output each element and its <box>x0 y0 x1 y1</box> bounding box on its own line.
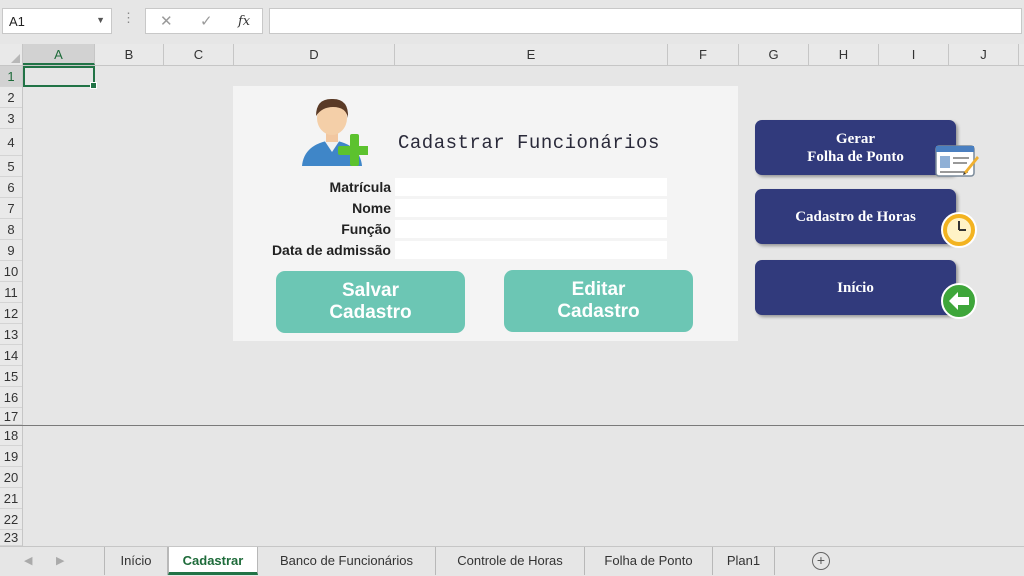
add-sheet-icon[interactable]: + <box>812 552 830 570</box>
row-header[interactable]: 18 <box>0 425 22 446</box>
generate-timesheet-button[interactable]: Gerar Folha de Ponto <box>755 120 956 175</box>
row-header[interactable]: 1 <box>0 66 22 87</box>
scroll-tabs-right-icon[interactable]: ▶ <box>56 554 64 567</box>
row-header[interactable]: 3 <box>0 108 22 129</box>
column-header-c[interactable]: C <box>164 44 234 65</box>
row-header[interactable]: 19 <box>0 446 22 467</box>
row-header[interactable]: 23 <box>0 530 22 546</box>
row-header[interactable]: 10 <box>0 261 22 282</box>
edit-button[interactable]: Editar Cadastro <box>504 270 693 332</box>
row-header[interactable]: 2 <box>0 87 22 108</box>
field-label-data-admissao: Data de admissão <box>271 242 391 258</box>
hours-register-button[interactable]: Cadastro de Horas <box>755 189 956 244</box>
enter-icon[interactable]: ✓ <box>200 12 213 30</box>
row-header[interactable]: 12 <box>0 303 22 324</box>
row-header[interactable]: 8 <box>0 219 22 240</box>
formula-buttons: ✕ ✓ fx <box>145 8 263 34</box>
cancel-icon[interactable]: ✕ <box>160 12 173 30</box>
formula-bar-area: A1 ▼ ⋮ ✕ ✓ fx <box>0 0 1024 44</box>
column-header-a[interactable]: A <box>23 44 95 65</box>
row-header[interactable]: 16 <box>0 387 22 408</box>
row-header[interactable]: 9 <box>0 240 22 261</box>
sheet-tab-bar: ◀ ▶ Início Cadastrar Banco de Funcionári… <box>0 546 1024 576</box>
row-header[interactable]: 11 <box>0 282 22 303</box>
sheet-tab[interactable]: Plan1 <box>713 547 775 575</box>
home-button[interactable]: Início <box>755 260 956 315</box>
id-card-icon <box>935 145 979 177</box>
funcao-field[interactable] <box>395 220 667 238</box>
add-user-icon <box>302 98 368 166</box>
freeze-pane-divider <box>0 425 1024 426</box>
column-header-j[interactable]: J <box>949 44 1019 65</box>
clock-icon <box>941 212 977 248</box>
column-header-e[interactable]: E <box>395 44 668 65</box>
save-button[interactable]: Salvar Cadastro <box>276 271 465 333</box>
sheet-tab[interactable]: Controle de Horas <box>436 547 585 575</box>
row-header[interactable]: 5 <box>0 156 22 177</box>
row-header[interactable]: 22 <box>0 509 22 530</box>
column-header-f[interactable]: F <box>668 44 739 65</box>
column-header-h[interactable]: H <box>809 44 879 65</box>
sheet-tab-active[interactable]: Cadastrar <box>168 547 258 575</box>
row-header[interactable]: 20 <box>0 467 22 488</box>
row-header[interactable]: 14 <box>0 345 22 366</box>
row-header[interactable]: 6 <box>0 177 22 198</box>
column-header-g[interactable]: G <box>739 44 809 65</box>
more-options-icon[interactable]: ⋮ <box>122 10 135 26</box>
field-label-nome: Nome <box>352 200 391 216</box>
column-headers: A B C D E F G H I J <box>0 44 1024 66</box>
column-header-b[interactable]: B <box>95 44 164 65</box>
row-header[interactable]: 15 <box>0 366 22 387</box>
sheet-tab[interactable]: Início <box>104 547 168 575</box>
name-box-value: A1 <box>9 14 25 29</box>
row-header[interactable]: 21 <box>0 488 22 509</box>
row-headers: 1 2 3 4 5 6 7 8 9 10 11 12 13 14 15 16 1… <box>0 66 23 546</box>
row-header[interactable]: 13 <box>0 324 22 345</box>
formula-input[interactable] <box>269 8 1022 34</box>
column-header-i[interactable]: I <box>879 44 949 65</box>
chevron-down-icon[interactable]: ▼ <box>96 15 105 25</box>
name-box[interactable]: A1 ▼ <box>2 8 112 34</box>
nome-field[interactable] <box>395 199 667 217</box>
sheet-tab[interactable]: Banco de Funcionários <box>258 547 436 575</box>
scroll-tabs-left-icon[interactable]: ◀ <box>24 554 32 567</box>
form-title: Cadastrar Funcionários <box>398 132 660 154</box>
select-all-corner[interactable] <box>0 44 23 65</box>
matricula-field[interactable] <box>395 178 667 196</box>
sheet-tab[interactable]: Folha de Ponto <box>585 547 713 575</box>
active-cell-selection[interactable] <box>23 66 97 89</box>
column-header-d[interactable]: D <box>234 44 395 65</box>
row-header[interactable]: 7 <box>0 198 22 219</box>
back-arrow-icon <box>941 283 977 319</box>
field-label-funcao: Função <box>341 221 391 237</box>
field-label-matricula: Matrícula <box>329 179 391 195</box>
row-header[interactable]: 4 <box>0 129 22 156</box>
data-admissao-field[interactable] <box>395 241 667 259</box>
row-header[interactable]: 17 <box>0 408 22 425</box>
insert-function-icon[interactable]: fx <box>238 14 250 29</box>
